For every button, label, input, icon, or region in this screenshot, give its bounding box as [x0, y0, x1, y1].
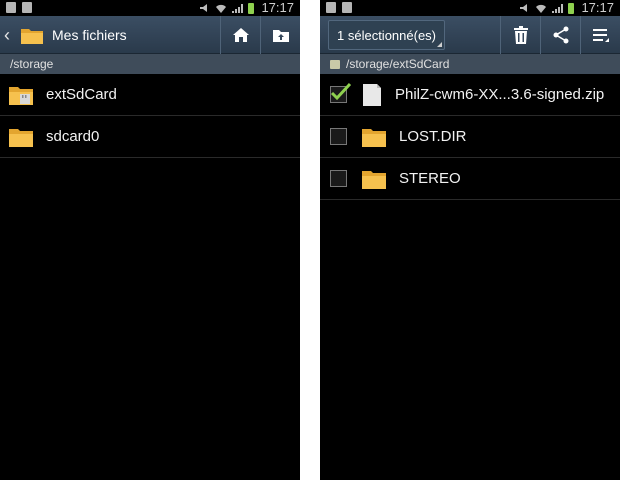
selection-dropdown[interactable]: 1 sélectionné(es)	[328, 20, 445, 50]
item-label: extSdCard	[46, 86, 117, 103]
wifi-icon	[536, 4, 547, 13]
back-button[interactable]: ‹ Mes fichiers	[4, 16, 127, 54]
image-notification-icon	[6, 2, 16, 13]
menu-icon	[592, 29, 609, 42]
selection-label: 1 sélectionné(es)	[337, 27, 436, 43]
status-bar: 17:17	[0, 0, 300, 16]
chevron-left-icon: ‹	[4, 25, 10, 45]
trash-icon	[513, 26, 528, 44]
wifi-icon	[216, 4, 227, 13]
folder-icon	[362, 170, 386, 189]
signal-icon	[552, 3, 564, 13]
status-time: 17:17	[581, 0, 614, 15]
dropdown-corner-icon	[437, 42, 442, 47]
action-bar: ‹ Mes fichiers	[0, 16, 300, 54]
item-label: STEREO	[399, 170, 461, 187]
list-item[interactable]: sdcard0	[0, 116, 300, 158]
status-bar: 17:17	[320, 0, 620, 16]
list-item[interactable]: STEREO	[320, 158, 620, 200]
item-label: sdcard0	[46, 128, 100, 145]
folder-icon	[9, 128, 33, 147]
storage-icon	[330, 59, 340, 69]
menu-button[interactable]	[580, 16, 620, 54]
status-time: 17:17	[261, 0, 294, 15]
path-bar: /storage	[0, 54, 300, 74]
file-list: extSdCard sdcard0	[0, 74, 300, 158]
action-bar: 1 sélectionné(es)	[320, 16, 620, 54]
item-checkbox[interactable]	[330, 128, 347, 145]
list-item[interactable]: extSdCard	[0, 74, 300, 116]
parent-folder-button[interactable]	[260, 16, 300, 54]
item-label: LOST.DIR	[399, 128, 467, 145]
item-label: PhilZ-cwm6-XX...3.6-signed.zip	[395, 86, 605, 103]
file-notification-icon	[22, 2, 32, 13]
page-title: Mes fichiers	[52, 27, 127, 43]
mute-icon	[200, 4, 208, 12]
signal-icon	[232, 3, 244, 13]
folder-up-icon	[272, 30, 289, 42]
sd-folder-icon	[9, 86, 33, 105]
list-item[interactable]: PhilZ-cwm6-XX...3.6-signed.zip	[320, 74, 620, 116]
file-list: PhilZ-cwm6-XX...3.6-signed.zip LOST.DIR …	[320, 74, 620, 200]
path-label: /storage/extSdCard	[346, 57, 450, 71]
item-checkbox[interactable]	[330, 170, 347, 187]
checkmark-icon	[330, 82, 352, 101]
delete-button[interactable]	[500, 16, 540, 54]
home-button[interactable]	[220, 16, 260, 54]
battery-icon	[248, 3, 255, 14]
home-icon	[232, 28, 249, 42]
list-item[interactable]: LOST.DIR	[320, 116, 620, 158]
battery-icon	[568, 3, 575, 14]
folder-icon	[362, 128, 386, 147]
path-bar: /storage/extSdCard	[320, 54, 620, 74]
share-icon	[553, 26, 568, 44]
folder-icon	[21, 29, 43, 44]
file-notification-icon	[342, 2, 352, 13]
path-label: /storage	[10, 57, 54, 71]
right-screen: 17:17 1 sélectionné(es) /storage/extSdCa…	[320, 0, 620, 480]
mute-icon	[520, 4, 528, 12]
left-screen: 17:17 ‹ Mes fichiers /storage extSdCard …	[0, 0, 300, 480]
zip-file-icon	[363, 83, 381, 106]
item-checkbox[interactable]	[330, 82, 352, 103]
share-button[interactable]	[540, 16, 580, 54]
image-notification-icon	[326, 2, 336, 13]
